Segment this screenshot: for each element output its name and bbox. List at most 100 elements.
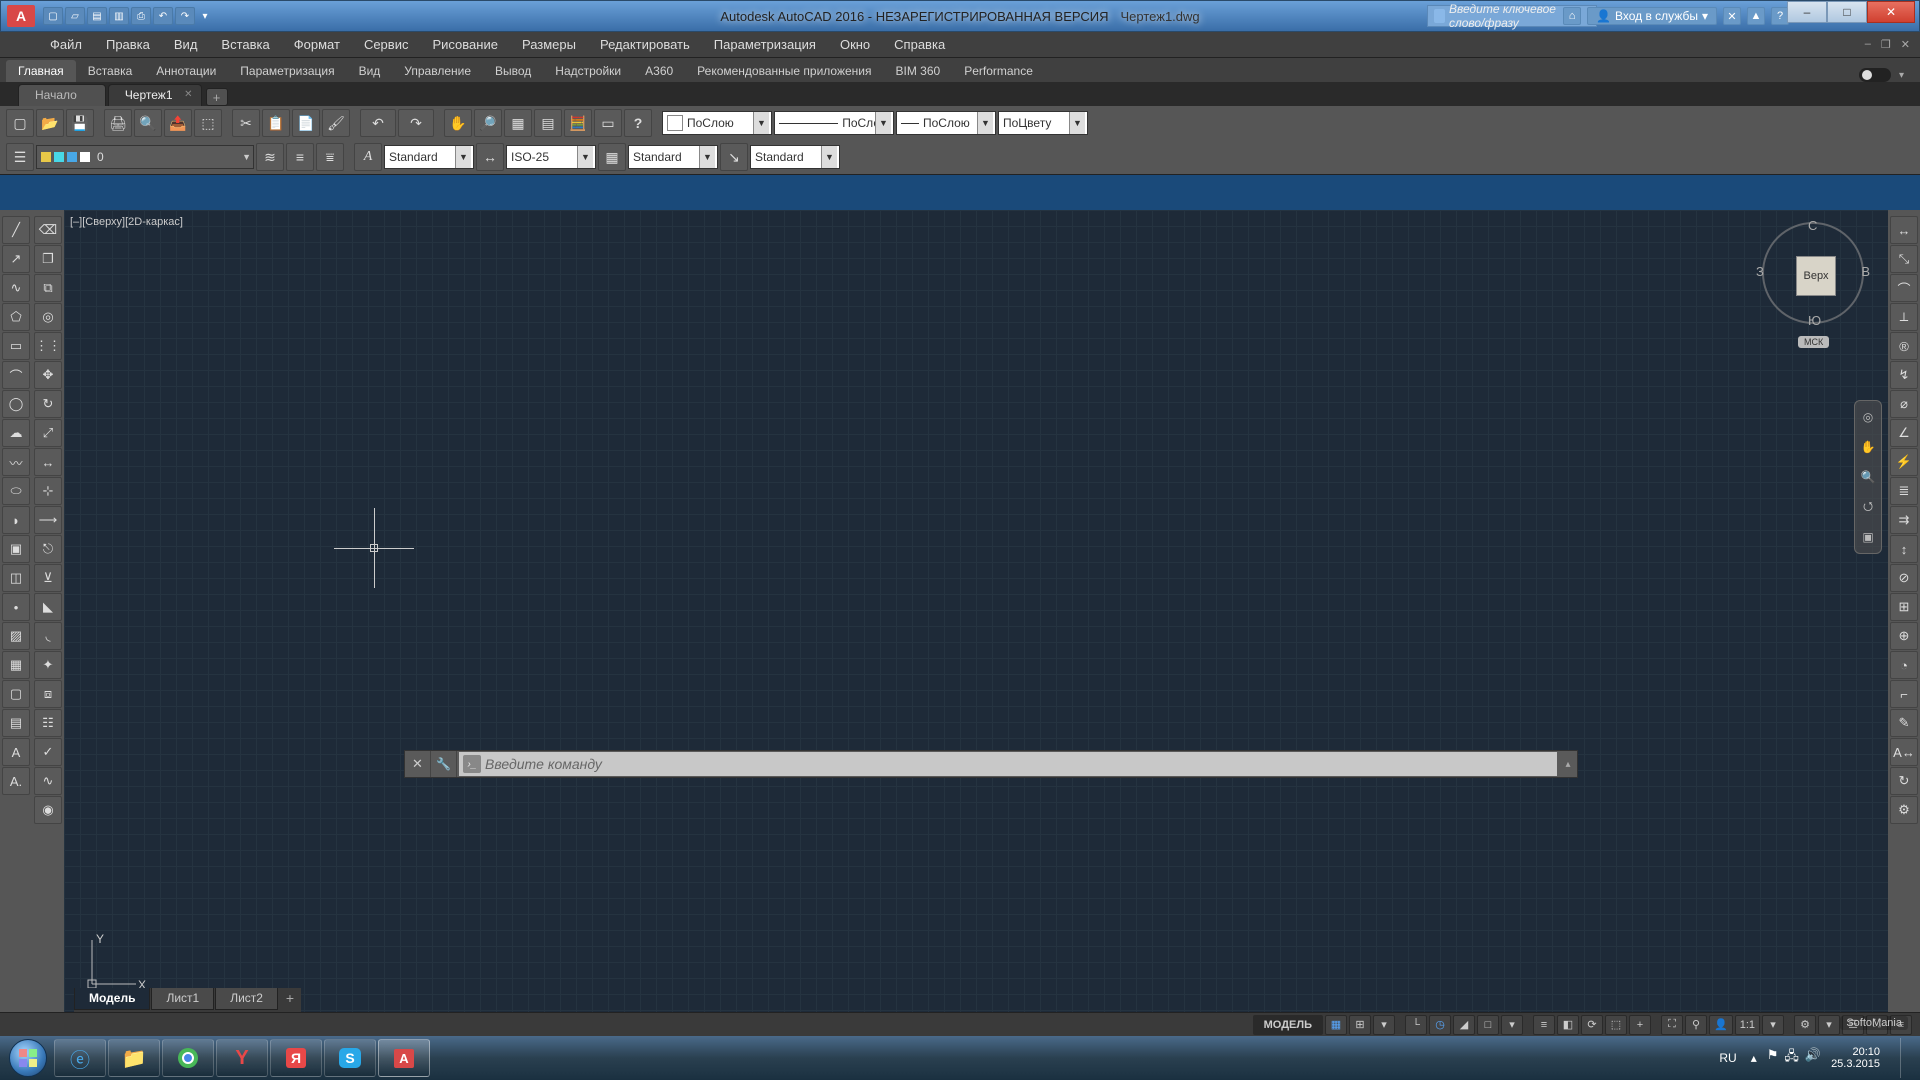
layer-combo[interactable]: 0 ▼ bbox=[36, 145, 254, 169]
ribbon-tab-a360[interactable]: A360 bbox=[633, 60, 685, 82]
dimupdate-icon[interactable]: ↻ bbox=[1890, 767, 1918, 795]
menu-format[interactable]: Формат bbox=[282, 34, 352, 55]
mleaderstyle-icon[interactable]: ↘ bbox=[720, 143, 748, 171]
trim-icon[interactable]: ⊹ bbox=[34, 477, 62, 505]
ncopy-icon[interactable]: ⧈ bbox=[34, 680, 62, 708]
menu-tools[interactable]: Сервис bbox=[352, 34, 421, 55]
extend-icon[interactable]: ⟶ bbox=[34, 506, 62, 534]
qcalc-icon[interactable]: 🧮 bbox=[564, 109, 592, 137]
status-qp-icon[interactable]: ⛶ bbox=[1661, 1015, 1683, 1035]
table-icon[interactable]: ▤ bbox=[2, 709, 30, 737]
file-tab-close-icon[interactable]: ✕ bbox=[184, 89, 192, 100]
status-workspace-icon[interactable]: ⚙ bbox=[1794, 1015, 1816, 1035]
paste-icon[interactable]: 📄 bbox=[292, 109, 320, 137]
circle-icon[interactable]: ◯ bbox=[2, 390, 30, 418]
status-lwt-icon[interactable]: ≡ bbox=[1533, 1015, 1555, 1035]
qat-open-icon[interactable]: ▱ bbox=[65, 7, 85, 25]
plot-icon[interactable]: 🖨 bbox=[104, 109, 132, 137]
dim-linear-icon[interactable]: ↔ bbox=[1890, 216, 1918, 244]
status-model-button[interactable]: МОДЕЛЬ bbox=[1253, 1015, 1323, 1035]
nav-zoom-icon[interactable]: 🔍 bbox=[1858, 467, 1878, 487]
qat-print-icon[interactable]: ⎙ bbox=[131, 7, 151, 25]
dim-radius-icon[interactable]: ® bbox=[1890, 332, 1918, 360]
dimstyle2-icon[interactable]: ⚙ bbox=[1890, 796, 1918, 824]
array-icon[interactable]: ⋮⋮ bbox=[34, 332, 62, 360]
explode-icon[interactable]: ✦ bbox=[34, 651, 62, 679]
menu-dimension[interactable]: Размеры bbox=[510, 34, 588, 55]
taskbar-yandex2-icon[interactable]: Я bbox=[270, 1039, 322, 1077]
cmd-history-icon[interactable]: ▴ bbox=[1559, 759, 1577, 770]
status-annoscale[interactable]: 1:1 bbox=[1735, 1015, 1760, 1035]
file-tab-add[interactable]: + bbox=[206, 88, 228, 106]
menu-window[interactable]: Окно bbox=[828, 34, 882, 55]
drawing-canvas[interactable]: [–][Сверху][2D-каркас] Y X Верх С Ю В З … bbox=[64, 210, 1888, 1012]
qat-saveas-icon[interactable]: ▥ bbox=[109, 7, 129, 25]
help-btn-icon[interactable]: ? bbox=[624, 109, 652, 137]
toolpalettes-icon[interactable]: ▤ bbox=[534, 109, 562, 137]
tray-volume-icon[interactable]: 🔊 bbox=[1805, 1047, 1821, 1069]
doc-min-icon[interactable]: – bbox=[1861, 37, 1875, 52]
dim-baseline-icon[interactable]: ≣ bbox=[1890, 477, 1918, 505]
dimtedit-icon[interactable]: A↔ bbox=[1890, 738, 1918, 766]
qat-new-icon[interactable]: ▢ bbox=[43, 7, 63, 25]
status-3dosnap-icon[interactable]: ⬚ bbox=[1605, 1015, 1627, 1035]
command-input[interactable]: ›_ Введите команду bbox=[459, 752, 1557, 776]
textstyle-combo[interactable]: Standard▼ bbox=[384, 145, 474, 169]
donut-icon[interactable]: ◉ bbox=[34, 796, 62, 824]
ribbon-tab-output[interactable]: Вывод bbox=[483, 60, 543, 82]
tray-chevron-icon[interactable]: ▴ bbox=[1751, 1051, 1757, 1065]
matchprop-icon[interactable]: 🖌 bbox=[322, 109, 350, 137]
check-icon[interactable]: ✓ bbox=[34, 738, 62, 766]
lineweight-combo[interactable]: ПоСлою▼ bbox=[896, 111, 996, 135]
taskbar-yandex-icon[interactable]: Y bbox=[216, 1039, 268, 1077]
linetype-combo[interactable]: ПоСлою▼ bbox=[774, 111, 894, 135]
minimize-button[interactable]: – bbox=[1787, 1, 1827, 23]
preview-icon[interactable]: 🔍 bbox=[134, 109, 162, 137]
rect-icon[interactable]: ▭ bbox=[2, 332, 30, 360]
dimstyle-combo[interactable]: ISO-25▼ bbox=[506, 145, 596, 169]
ribbon-tab-featured[interactable]: Рекомендованные приложения bbox=[685, 60, 883, 82]
layerstate-icon[interactable]: ≋ bbox=[256, 143, 284, 171]
layeriso-icon[interactable]: ≡ bbox=[286, 143, 314, 171]
stretch-icon[interactable]: ↔ bbox=[34, 448, 62, 476]
qat-dropdown-icon[interactable]: ▾ bbox=[197, 7, 213, 25]
pan-icon[interactable]: ✋ bbox=[444, 109, 472, 137]
chamfer-icon[interactable]: ◣ bbox=[34, 593, 62, 621]
arc-icon[interactable]: ⌒ bbox=[2, 361, 30, 389]
stay-connected-icon[interactable]: ▲ bbox=[1747, 7, 1765, 25]
menu-edit[interactable]: Правка bbox=[94, 34, 162, 55]
ribbon-tab-annotate[interactable]: Аннотации bbox=[144, 60, 228, 82]
status-cycling-icon[interactable]: ⟳ bbox=[1581, 1015, 1603, 1035]
inspect-icon[interactable]: ◔ bbox=[1890, 651, 1918, 679]
region-icon[interactable]: ▢ bbox=[2, 680, 30, 708]
scale-icon[interactable]: ⤢ bbox=[34, 419, 62, 447]
open-icon[interactable]: 📂 bbox=[36, 109, 64, 137]
ribbon-toggle[interactable] bbox=[1859, 68, 1891, 82]
erase-icon[interactable]: ⌫ bbox=[34, 216, 62, 244]
menu-draw[interactable]: Рисование bbox=[420, 34, 509, 55]
tab-layout2[interactable]: Лист2 bbox=[215, 988, 278, 1010]
nav-fullwheel-icon[interactable]: ◎ bbox=[1858, 407, 1878, 427]
dim-break-icon[interactable]: ⊘ bbox=[1890, 564, 1918, 592]
menu-view[interactable]: Вид bbox=[162, 34, 210, 55]
tray-flag-icon[interactable]: ⚑ bbox=[1767, 1047, 1779, 1069]
qat-redo-icon[interactable]: ↷ bbox=[175, 7, 195, 25]
taskbar-explorer-icon[interactable]: 📁 bbox=[108, 1039, 160, 1077]
insert-icon[interactable]: ▣ bbox=[2, 535, 30, 563]
status-snapmode-icon[interactable]: ⊞ bbox=[1349, 1015, 1371, 1035]
plotstyle-combo[interactable]: ПоЦвету▼ bbox=[998, 111, 1088, 135]
status-grid-icon[interactable]: ▦ bbox=[1325, 1015, 1347, 1035]
nav-orbit-icon[interactable]: ⭯ bbox=[1858, 497, 1878, 517]
qat-undo-icon[interactable]: ↶ bbox=[153, 7, 173, 25]
join-icon[interactable]: ⊻ bbox=[34, 564, 62, 592]
qat-save-icon[interactable]: ▤ bbox=[87, 7, 107, 25]
status-dyn-icon[interactable]: + bbox=[1629, 1015, 1651, 1035]
dim-continue-icon[interactable]: ⇉ bbox=[1890, 506, 1918, 534]
show-desktop-button[interactable] bbox=[1900, 1038, 1914, 1078]
dim-quick-icon[interactable]: ⚡ bbox=[1890, 448, 1918, 476]
ribbon-collapse-icon[interactable]: ▾ bbox=[1899, 70, 1904, 81]
ellipse-icon[interactable]: ⬭ bbox=[2, 477, 30, 505]
status-dropdown2-icon[interactable]: ▾ bbox=[1501, 1015, 1523, 1035]
save-icon[interactable]: 💾 bbox=[66, 109, 94, 137]
tolerance-icon[interactable]: ⊞ bbox=[1890, 593, 1918, 621]
